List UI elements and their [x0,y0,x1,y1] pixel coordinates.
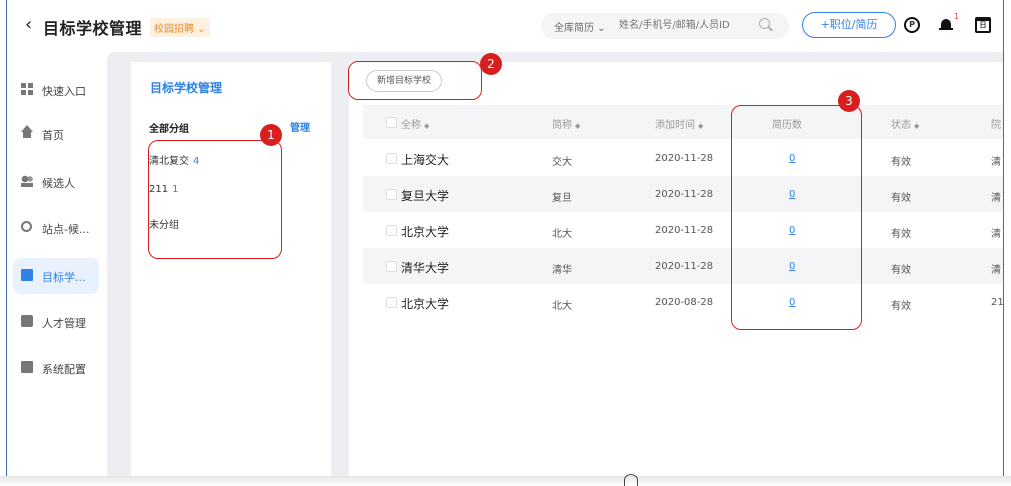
sort-icon: ◆ [914,122,920,130]
cell-added-time: 2020-08-28 [655,297,714,308]
sidebar-item-label: 站点-候... [42,223,90,236]
back-icon[interactable]: ‹ [25,14,32,35]
cell-short-name: 北大 [552,229,572,240]
cell-status: 有效 [891,301,911,312]
sidebar-item-label: 系统配置 [42,363,86,376]
p-logo-icon[interactable]: P [904,17,920,33]
search-scope-select[interactable]: 全库简历 ⌄ [554,19,606,34]
card-icon [21,315,33,327]
column-header-added-time[interactable]: 添加时间 ◆ [655,116,703,131]
cell-full-name: 北京大学 [401,225,450,239]
group-panel-title: 目标学校管理 [150,81,223,95]
cell-full-name: 北京大学 [401,297,450,311]
home-icon [21,125,33,132]
school-icon [21,269,33,281]
row-checkbox[interactable] [386,297,397,308]
cell-added-time: 2020-11-28 [655,153,714,164]
cell-added-time: 2020-11-28 [655,189,714,200]
row-checkbox[interactable] [386,261,397,272]
monitor-icon [21,361,33,373]
select-all-checkbox[interactable] [386,117,397,128]
cell-college: 清 [991,229,1001,240]
column-header-status[interactable]: 状态 ◆ [891,116,919,131]
sort-icon: ◆ [698,122,704,130]
chevron-down-icon: ⌄ [197,24,206,35]
add-position-resume-button[interactable]: +职位/简历 [802,12,896,38]
sidebar-item-label: 人才管理 [42,317,86,330]
column-label: 状态 [891,120,911,131]
cell-short-name: 清华 [552,265,572,276]
bell-icon[interactable] [939,17,955,33]
cell-added-time: 2020-11-28 [655,225,714,236]
sidebar-item-label: 目标学... [42,271,86,284]
chevron-down-icon: ⌄ [597,23,606,34]
annotation-number: 3 [838,90,860,112]
cell-short-name: 交大 [552,157,572,168]
annotation-number: 2 [480,53,502,75]
column-header-short-name[interactable]: 简称 ◆ [552,116,580,131]
cell-college: 清 [991,157,1001,168]
sort-icon: ◆ [424,122,430,130]
all-groups-item[interactable]: 全部分组 [149,120,189,135]
location-pin-icon [21,221,32,232]
cell-college: 清 [991,265,1001,276]
cell-short-name: 北大 [552,301,572,312]
cell-added-time: 2020-11-28 [655,261,714,272]
sidebar-item-site-candidates[interactable]: 站点-候... [13,210,99,246]
notification-badge: 1 [954,12,960,21]
search-scope-label: 全库简历 [554,23,594,34]
cell-status: 有效 [891,265,911,276]
cell-college: 清 [991,193,1001,204]
page-shadow [0,476,1011,486]
row-checkbox[interactable] [386,153,397,164]
search-icon[interactable] [759,18,770,29]
annotation-box-add-button [348,61,482,100]
row-checkbox[interactable] [386,225,397,236]
cell-full-name: 上海交大 [401,153,450,167]
sidebar-item-label: 首页 [42,129,64,142]
search-input[interactable] [619,17,749,33]
manage-groups-link[interactable]: 管理 [290,119,310,134]
sidebar-item-home[interactable]: 首页 [13,116,99,152]
recruit-type-dropdown[interactable]: 校园招聘 ⌄ [150,18,210,37]
column-header-college: 院 [991,116,1003,131]
annotation-number: 1 [260,124,282,146]
sidebar-item-candidates[interactable]: 候选人 [13,164,99,200]
cell-full-name: 复旦大学 [401,189,450,203]
cell-college: 21 [991,297,1003,308]
cell-full-name: 清华大学 [401,261,450,275]
partial-icon [624,474,638,486]
app-window: ‹ 目标学校管理 校园招聘 ⌄ 全库简历 ⌄ +职位/简历 P 1 日 快速入口… [6,0,1004,480]
sort-icon: ◆ [575,122,581,130]
cell-status: 有效 [891,157,911,168]
column-label: 简称 [552,120,572,131]
cell-status: 有效 [891,229,911,240]
sidebar-item-label: 快速入口 [42,85,86,98]
cell-status: 有效 [891,193,911,204]
annotation-box-resume-count [731,105,862,330]
people-icon [21,175,33,187]
sidebar-item-settings[interactable]: 系统配置 [13,350,99,386]
column-label: 添加时间 [655,120,695,131]
row-checkbox[interactable] [386,189,397,200]
sidebar-item-talent[interactable]: 人才管理 [13,304,99,340]
column-label: 全称 [401,120,421,131]
recruit-type-label: 校园招聘 [154,24,194,35]
calendar-icon[interactable]: 日 [975,17,991,33]
sidebar-item-target-schools[interactable]: 目标学... [13,258,99,294]
annotation-box-groups [148,140,282,259]
sidebar-item-quick-entry[interactable]: 快速入口 [13,72,99,108]
column-header-full-name[interactable]: 全称 ◆ [401,116,429,131]
page-title: 目标学校管理 [43,19,143,38]
grid-icon [21,83,33,95]
column-label: 院 [991,120,1001,131]
cell-short-name: 复旦 [552,193,572,204]
sidebar-item-label: 候选人 [42,177,75,190]
